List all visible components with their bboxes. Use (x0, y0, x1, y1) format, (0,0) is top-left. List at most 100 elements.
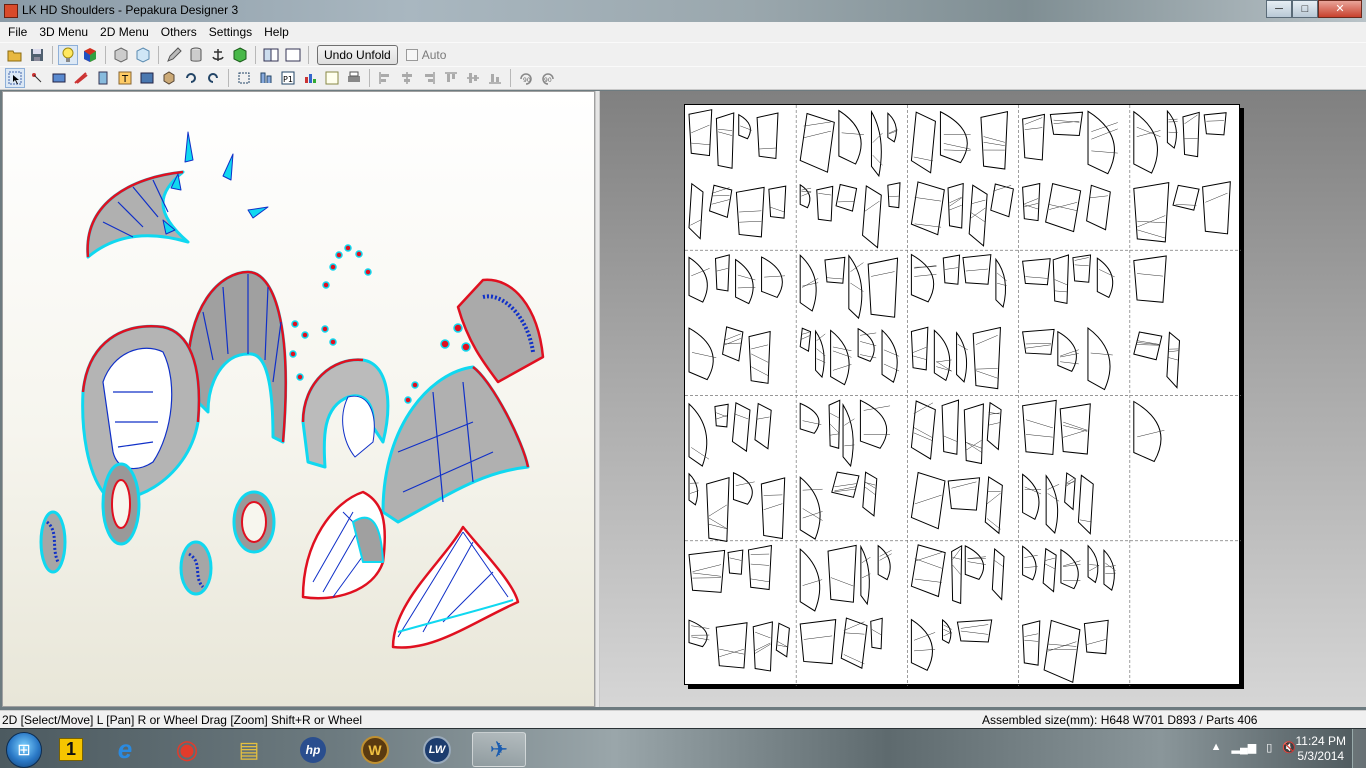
image-icon[interactable] (137, 68, 157, 88)
unfolded-part[interactable] (1052, 254, 1070, 305)
sheet-icon[interactable] (322, 68, 342, 88)
unfolded-part[interactable] (942, 618, 952, 644)
unfolded-part[interactable] (838, 109, 864, 165)
unfolded-part[interactable] (1022, 258, 1051, 286)
unfolded-part[interactable] (1077, 474, 1094, 535)
box-light-icon[interactable] (133, 45, 153, 65)
unfolded-part[interactable] (708, 184, 733, 218)
menu-3d[interactable]: 3D Menu (33, 22, 94, 42)
unfolded-part[interactable] (990, 183, 1014, 218)
page-icon[interactable]: P1 (278, 68, 298, 88)
unfolded-part[interactable] (887, 182, 901, 209)
unfolded-part[interactable] (799, 254, 819, 312)
pencil-icon[interactable] (164, 45, 184, 65)
unfolded-part[interactable] (964, 545, 986, 580)
unfolded-part[interactable] (1133, 331, 1163, 361)
unfolded-part[interactable] (951, 544, 963, 605)
unfolded-part[interactable] (941, 399, 960, 455)
unfolded-part[interactable] (1043, 619, 1081, 684)
unfolded-part[interactable] (995, 257, 1007, 308)
unfolded-part[interactable] (887, 112, 898, 143)
unfolded-part[interactable] (962, 254, 992, 285)
menu-settings[interactable]: Settings (203, 22, 258, 42)
unfolded-part[interactable] (1022, 545, 1038, 581)
file-explorer-icon[interactable]: ▤ (222, 732, 276, 767)
align-top-icon[interactable] (441, 68, 461, 88)
chrome-icon[interactable]: ◉ (160, 732, 214, 767)
unfolded-part[interactable] (714, 403, 729, 428)
unfolded-part[interactable] (956, 331, 968, 383)
auto-checkbox[interactable]: Auto (405, 48, 446, 62)
unfolded-part[interactable] (842, 402, 855, 468)
unfolded-part[interactable] (688, 472, 699, 506)
maximize-button[interactable]: □ (1292, 0, 1318, 18)
unfolded-part[interactable] (1049, 111, 1084, 136)
unfolded-part[interactable] (721, 326, 744, 362)
unfolded-part[interactable] (947, 182, 964, 229)
unfolded-part[interactable] (980, 111, 1009, 170)
unfolded-part[interactable] (1045, 474, 1060, 534)
rotate-part-icon[interactable] (159, 68, 179, 88)
start-button[interactable]: ⊞ (6, 732, 42, 768)
unfolded-part[interactable] (1022, 473, 1042, 520)
unfolded-part[interactable] (910, 111, 936, 174)
unfolded-part[interactable] (991, 548, 1005, 601)
unfolded-part[interactable] (859, 399, 891, 449)
unfolded-part[interactable] (824, 256, 846, 284)
light-icon[interactable] (58, 44, 78, 65)
align-center-icon[interactable] (397, 68, 417, 88)
menu-file[interactable]: File (2, 22, 33, 42)
unfolded-part[interactable] (799, 619, 837, 665)
unfolded-part[interactable] (799, 183, 812, 209)
unfolded-part[interactable] (799, 402, 822, 434)
unfolded-part[interactable] (862, 185, 882, 249)
unfolded-part[interactable] (947, 477, 981, 511)
unfolded-part[interactable] (870, 617, 883, 650)
align-left-icon[interactable] (375, 68, 395, 88)
unfolded-part[interactable] (1022, 399, 1057, 456)
edge-icon[interactable] (49, 68, 69, 88)
unfolded-part[interactable] (840, 617, 868, 669)
unfolded-part[interactable] (910, 544, 946, 598)
unfolded-part[interactable] (870, 109, 883, 178)
unfolded-part[interactable] (706, 476, 730, 542)
auto-checkbox-box[interactable] (405, 48, 418, 61)
unfolded-part[interactable] (910, 618, 936, 671)
unfolded-part[interactable] (972, 326, 1001, 390)
print-icon[interactable] (344, 68, 364, 88)
fold-cube-icon[interactable] (230, 45, 250, 65)
unfolded-part[interactable] (910, 471, 946, 530)
rotate-minus-90-icon[interactable]: 90 (516, 68, 536, 88)
unfolded-part[interactable] (1133, 110, 1161, 174)
text-icon[interactable] (93, 68, 113, 88)
unfolded-part[interactable] (732, 471, 755, 505)
paper-sheet[interactable] (684, 104, 1241, 686)
unfolded-part[interactable] (986, 401, 1002, 451)
unfolded-part[interactable] (831, 471, 860, 498)
join-icon[interactable] (27, 68, 47, 88)
dual-pane-icon[interactable] (283, 45, 303, 65)
unfolded-part[interactable] (956, 619, 993, 643)
taskbar-hp[interactable]: hp (286, 732, 340, 767)
unfolded-part[interactable] (799, 112, 835, 173)
flap-icon[interactable] (71, 68, 91, 88)
align-middle-icon[interactable] (463, 68, 483, 88)
unfolded-part[interactable] (754, 402, 772, 450)
align-bottom-icon[interactable] (485, 68, 505, 88)
unfolded-part[interactable] (827, 544, 857, 603)
unfolded-part[interactable] (939, 110, 971, 164)
unfolded-part[interactable] (1042, 547, 1057, 593)
close-button[interactable]: ✕ (1318, 0, 1362, 18)
layout-icon[interactable] (256, 68, 276, 88)
battery-icon[interactable]: ▯ (1266, 741, 1272, 754)
box-icon[interactable] (111, 45, 131, 65)
unfolded-part[interactable] (714, 254, 730, 292)
cylinder-icon[interactable] (186, 45, 206, 65)
unfolded-part[interactable] (933, 329, 952, 382)
menu-2d[interactable]: 2D Menu (94, 22, 155, 42)
unfolded-part[interactable] (1172, 184, 1200, 211)
unfolded-part[interactable] (761, 256, 785, 299)
unfolded-part[interactable] (738, 113, 752, 140)
unfolded-part[interactable] (968, 184, 988, 247)
unfolded-part[interactable] (1096, 257, 1115, 299)
